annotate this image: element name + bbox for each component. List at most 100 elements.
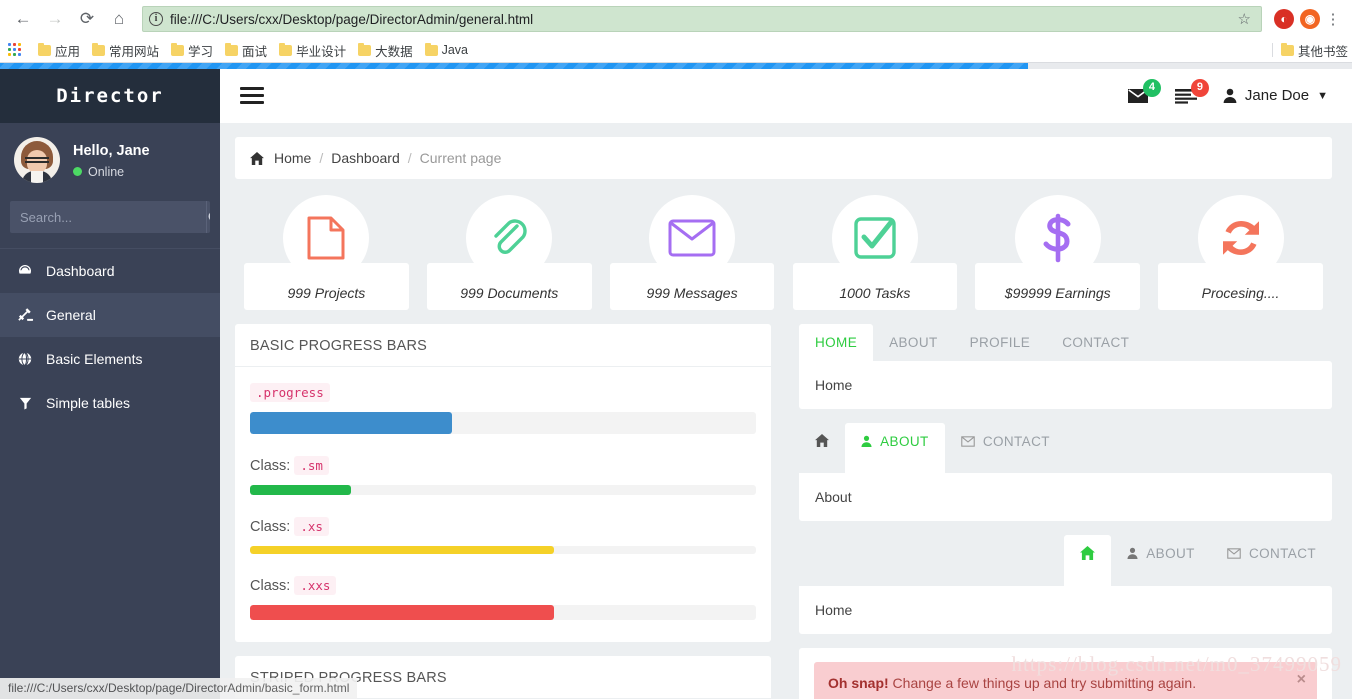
- sidebar-user-status-label: Online: [88, 164, 125, 179]
- user-menu[interactable]: Jane Doe ▼: [1223, 87, 1328, 104]
- tab-about[interactable]: ABOUT: [1111, 535, 1211, 586]
- folder-icon: [279, 42, 293, 56]
- basic-progress-bars-card: BASIC PROGRESS BARS .progress Class: .sm: [235, 324, 771, 642]
- address-bar-url: file:///C:/Users/cxx/Desktop/page/Direct…: [170, 11, 534, 27]
- breadcrumb-dashboard[interactable]: Dashboard: [331, 150, 400, 166]
- progress-bar-xxs: [250, 605, 756, 620]
- user-menu-label: Jane Doe: [1244, 87, 1310, 104]
- progress-label: Class: .sm: [250, 456, 756, 475]
- main-content: Home / Dashboard / Current page 999 Proj…: [220, 123, 1352, 699]
- stat-tile[interactable]: 999 Messages: [601, 195, 784, 310]
- stat-tile[interactable]: $99999 Earnings: [966, 195, 1149, 310]
- address-bar[interactable]: i file:///C:/Users/cxx/Desktop/page/Dire…: [142, 6, 1262, 32]
- check-square-icon: [831, 195, 918, 281]
- tab-panel-content: About: [799, 473, 1332, 521]
- envelope-icon: [1227, 546, 1245, 561]
- avatar: [14, 137, 60, 183]
- dashboard-icon: [16, 263, 34, 279]
- icon-tabs: ABOUT CONTACT About: [799, 423, 1332, 521]
- sidebar-search[interactable]: [10, 201, 210, 233]
- bookmark-item[interactable]: 大数据: [354, 39, 421, 62]
- stat-tile[interactable]: Procesing....: [1149, 195, 1332, 310]
- apps-grid-icon[interactable]: [8, 43, 26, 57]
- back-arrow-icon[interactable]: ←: [8, 4, 38, 34]
- folder-icon: [358, 42, 372, 56]
- tab-about[interactable]: ABOUT: [845, 423, 945, 473]
- messages-icon[interactable]: 4: [1127, 78, 1161, 104]
- notifications-badge: 9: [1190, 78, 1209, 97]
- tab-label: ABOUT: [1146, 546, 1195, 561]
- tab-contact[interactable]: CONTACT: [1211, 535, 1332, 586]
- breadcrumb-separator: /: [319, 150, 324, 166]
- bookmark-item[interactable]: 面试: [221, 39, 275, 62]
- home-icon[interactable]: ⌂: [104, 4, 134, 34]
- tab-profile[interactable]: PROFILE: [954, 324, 1047, 361]
- progress-label-prefix: Class:: [250, 519, 291, 535]
- progress-label: Class: .xxs: [250, 576, 756, 595]
- sidebar-item-basic-elements[interactable]: Basic Elements: [0, 337, 220, 381]
- hamburger-menu-icon[interactable]: [240, 87, 264, 104]
- alert-text: Change a few things up and try submittin…: [888, 675, 1197, 691]
- tab-panel-content: Home: [799, 361, 1332, 409]
- lifebuoy-extension-icon[interactable]: ◉: [1300, 9, 1320, 29]
- bookmarks-divider: [1271, 43, 1273, 57]
- tab-home[interactable]: HOME: [799, 324, 874, 361]
- stat-tile[interactable]: 1000 Tasks: [783, 195, 966, 310]
- close-icon[interactable]: ×: [1297, 671, 1306, 689]
- tab-home[interactable]: [799, 423, 845, 473]
- web-page: Director Hello, Jane Online Search... Da…: [0, 63, 1352, 699]
- bookmark-item[interactable]: 应用: [34, 39, 88, 62]
- bookmark-item[interactable]: 常用网站: [88, 39, 167, 62]
- search-input[interactable]: [10, 201, 206, 233]
- progress-class-code: .xxs: [294, 576, 337, 595]
- stat-tile[interactable]: 999 Documents: [418, 195, 601, 310]
- tab-label: ABOUT: [880, 434, 929, 449]
- user-icon: [1127, 546, 1142, 561]
- reload-icon[interactable]: ⟳: [72, 4, 102, 34]
- tab-contact[interactable]: CONTACT: [1046, 324, 1145, 361]
- stat-tile[interactable]: 999 Projects: [235, 195, 418, 310]
- bookmark-item[interactable]: Java: [421, 41, 476, 59]
- sidebar-item-simple-tables[interactable]: Simple tables: [0, 381, 220, 425]
- notifications-list-icon[interactable]: 9: [1174, 78, 1209, 104]
- tab-contact[interactable]: CONTACT: [945, 423, 1066, 473]
- chrome-menu-icon[interactable]: ⋮: [1322, 12, 1344, 27]
- sidebar-user-panel: Hello, Jane Online: [0, 123, 220, 195]
- breadcrumb: Home / Dashboard / Current page: [235, 137, 1332, 179]
- bookmark-star-icon[interactable]: ☆: [1234, 10, 1255, 28]
- progress-label-prefix: Class:: [250, 458, 291, 474]
- site-info-icon[interactable]: i: [149, 12, 163, 26]
- sidebar-menu: Dashboard General Basic Elements Simple …: [0, 248, 220, 425]
- sidebar-item-label: Simple tables: [46, 395, 131, 411]
- progress-bar-sm: [250, 485, 756, 495]
- other-bookmarks-label[interactable]: 其他书签: [1298, 41, 1348, 60]
- bookmarks-bar: 应用 常用网站 学习 面试 毕业设计 大数据 Java 其他书签: [0, 38, 1352, 63]
- forward-arrow-icon[interactable]: →: [40, 4, 70, 34]
- tab-about[interactable]: ABOUT: [873, 324, 954, 361]
- bookmark-item[interactable]: 学习: [167, 39, 221, 62]
- folder-icon: [92, 42, 106, 56]
- top-navbar: 4 9 Jane Doe ▼: [220, 68, 1352, 123]
- bookmark-label: 常用网站: [109, 44, 160, 59]
- search-button[interactable]: [206, 201, 210, 233]
- basic-tabs: HOME ABOUT PROFILE CONTACT Home: [799, 324, 1332, 409]
- paperclip-icon: [466, 195, 553, 281]
- bookmark-label: 面试: [242, 44, 268, 59]
- breadcrumb-separator: /: [407, 150, 412, 166]
- sidebar: Director Hello, Jane Online Search... Da…: [0, 68, 220, 699]
- opera-extension-icon[interactable]: ◐: [1274, 9, 1294, 29]
- dollar-icon: [1014, 195, 1101, 281]
- progress-bar-progress: [250, 412, 756, 434]
- sidebar-item-general[interactable]: General: [0, 293, 220, 337]
- breadcrumb-home[interactable]: Home: [274, 150, 311, 166]
- home-icon: [250, 151, 264, 165]
- card-title: BASIC PROGRESS BARS: [235, 324, 771, 367]
- chevron-down-icon: ▼: [1317, 89, 1328, 102]
- sidebar-item-dashboard[interactable]: Dashboard: [0, 249, 220, 293]
- tab-list: ABOUT CONTACT: [799, 423, 1332, 473]
- tab-home[interactable]: [1064, 535, 1112, 586]
- bookmark-item[interactable]: 毕业设计: [275, 39, 354, 62]
- brand-logo[interactable]: Director: [0, 68, 220, 123]
- online-dot-icon: [73, 167, 82, 176]
- tab-list: HOME ABOUT PROFILE CONTACT: [799, 324, 1332, 361]
